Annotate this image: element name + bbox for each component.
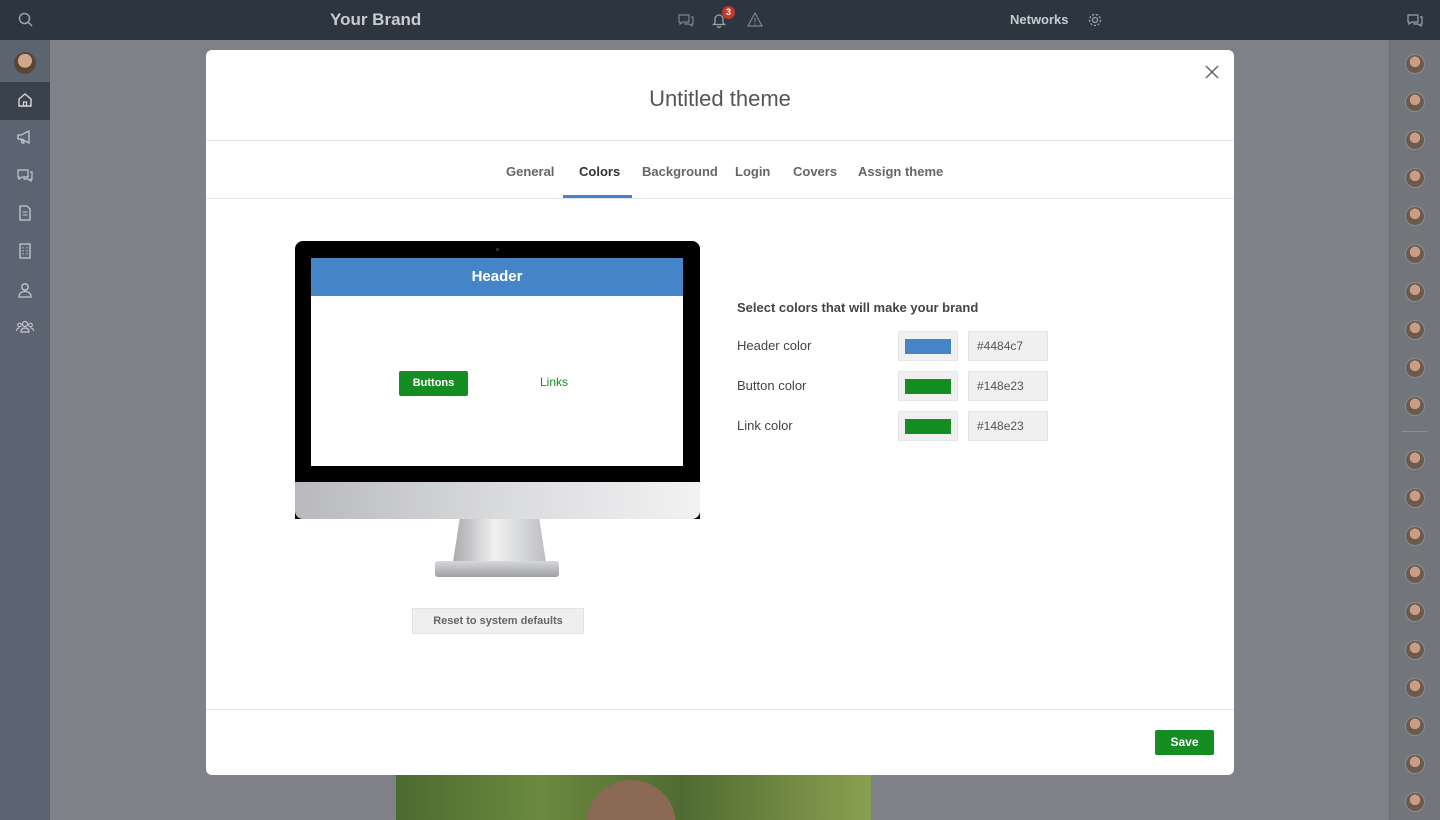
monitor-preview: Header Buttons Links <box>295 241 700 519</box>
chat-bubbles-icon[interactable] <box>677 11 695 29</box>
user-avatar[interactable] <box>14 52 36 74</box>
modal-title[interactable]: Untitled theme <box>206 86 1234 112</box>
contacts-sidebar <box>1389 40 1440 820</box>
preview-header: Header <box>311 258 683 296</box>
contact-avatar[interactable] <box>1405 602 1425 622</box>
home-icon[interactable] <box>16 91 34 109</box>
contact-avatar[interactable] <box>1405 320 1425 340</box>
brand-name[interactable]: Your Brand <box>330 10 421 30</box>
monitor-camera <box>496 248 499 251</box>
contact-avatar[interactable] <box>1405 488 1425 508</box>
contact-avatar[interactable] <box>1405 282 1425 302</box>
contact-avatar[interactable] <box>1405 716 1425 736</box>
tab-login[interactable]: Login <box>735 164 770 179</box>
contact-avatar[interactable] <box>1405 92 1425 112</box>
contact-avatar[interactable] <box>1405 206 1425 226</box>
preview-button: Buttons <box>399 371 468 396</box>
link-color-swatch[interactable] <box>898 411 958 441</box>
monitor-base <box>435 561 559 577</box>
reset-defaults-button[interactable]: Reset to system defaults <box>412 608 584 634</box>
monitor-chin <box>295 482 700 519</box>
tab-general[interactable]: General <box>506 164 554 179</box>
megaphone-icon[interactable] <box>16 128 34 146</box>
contact-avatar[interactable] <box>1405 168 1425 188</box>
search-icon[interactable] <box>17 11 35 29</box>
tab-colors[interactable]: Colors <box>579 164 620 179</box>
contact-avatar[interactable] <box>1405 640 1425 660</box>
contact-avatar[interactable] <box>1405 396 1425 416</box>
close-icon[interactable] <box>1204 64 1220 80</box>
contact-avatar[interactable] <box>1405 678 1425 698</box>
contacts-divider <box>1402 431 1428 432</box>
color-swatch <box>905 419 951 434</box>
divider <box>206 198 1234 199</box>
building-icon[interactable] <box>16 242 34 260</box>
tab-background[interactable]: Background <box>642 164 718 179</box>
contact-avatar[interactable] <box>1405 450 1425 470</box>
header-color-swatch[interactable] <box>898 331 958 361</box>
notification-badge: 3 <box>722 6 735 19</box>
gear-icon[interactable] <box>1086 11 1104 29</box>
tab-covers[interactable]: Covers <box>793 164 837 179</box>
preview-link: Links <box>540 375 569 389</box>
save-button[interactable]: Save <box>1155 730 1214 755</box>
colors-section-title: Select colors that will make your brand <box>737 300 979 315</box>
contact-avatar[interactable] <box>1405 54 1425 74</box>
contact-avatar[interactable] <box>1405 358 1425 378</box>
networks-link[interactable]: Networks <box>1010 12 1069 27</box>
button-color-swatch[interactable] <box>898 371 958 401</box>
left-sidebar <box>0 40 50 820</box>
cover-photo <box>396 775 871 820</box>
divider <box>206 709 1234 710</box>
button-color-input[interactable]: #148e23 <box>968 371 1048 401</box>
contact-avatar[interactable] <box>1405 244 1425 264</box>
chat-icon[interactable] <box>16 166 34 184</box>
document-icon[interactable] <box>16 204 34 222</box>
people-icon[interactable] <box>16 318 34 336</box>
contact-avatar[interactable] <box>1405 130 1425 150</box>
header-color-label: Header color <box>737 338 812 353</box>
messages-icon[interactable] <box>1406 11 1424 29</box>
link-color-input[interactable]: #148e23 <box>968 411 1048 441</box>
contact-avatar[interactable] <box>1405 564 1425 584</box>
top-bar: Your Brand 3 Networks <box>0 0 1440 40</box>
person-icon[interactable] <box>16 281 34 299</box>
button-color-label: Button color <box>737 378 807 393</box>
color-swatch <box>905 379 951 394</box>
header-color-input[interactable]: #4484c7 <box>968 331 1048 361</box>
person-photo <box>586 780 676 820</box>
warning-icon[interactable] <box>746 11 764 29</box>
preview-screen: Header Buttons Links <box>311 258 683 466</box>
color-swatch <box>905 339 951 354</box>
contact-avatar[interactable] <box>1405 754 1425 774</box>
tab-assign-theme[interactable]: Assign theme <box>858 164 943 179</box>
contact-avatar[interactable] <box>1405 792 1425 812</box>
contact-avatar[interactable] <box>1405 526 1425 546</box>
tab-bar: General Colors Background Login Covers A… <box>206 141 1234 198</box>
link-color-label: Link color <box>737 418 793 433</box>
theme-editor-modal: Untitled theme General Colors Background… <box>206 50 1234 775</box>
